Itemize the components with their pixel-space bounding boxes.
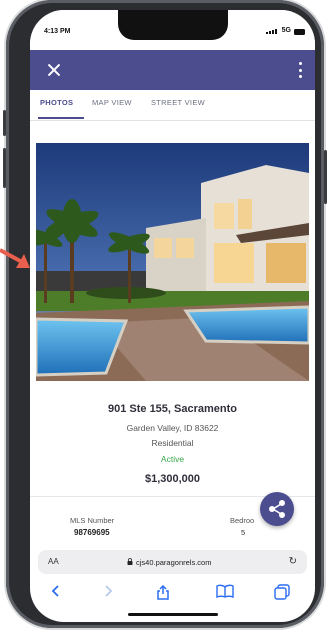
tabs-icon[interactable] — [274, 584, 290, 600]
battery-icon — [294, 29, 305, 35]
bedrooms-value: 5 — [241, 528, 246, 537]
back-icon[interactable] — [50, 584, 60, 598]
divider — [30, 120, 315, 121]
tab-photos[interactable]: PHOTOS — [40, 98, 73, 107]
home-indicator — [128, 613, 218, 616]
phone-frame: 4:13 PM 5G PHOTOS MAP VIEW STREET VIEW 9… — [3, 0, 327, 628]
share-icon[interactable] — [156, 584, 170, 600]
property-type: Residential — [151, 438, 194, 448]
address-bar[interactable]: AA cjs40.paragonrels.com ↻ — [38, 550, 307, 574]
lock-icon — [127, 558, 133, 565]
tab-street-view[interactable]: STREET VIEW — [151, 98, 205, 107]
listing-city-state: Garden Valley, ID 83622 — [126, 423, 219, 433]
pointer-arrow-icon — [0, 248, 30, 268]
browser-toolbar — [30, 578, 315, 608]
url-text[interactable]: cjs40.paragonrels.com — [136, 558, 211, 567]
status-bar: 4:13 PM 5G — [30, 10, 315, 50]
reload-icon[interactable]: ↻ — [289, 556, 297, 567]
mls-value: 98769695 — [74, 528, 110, 537]
share-icon — [269, 500, 285, 518]
status-badge: Active — [160, 454, 185, 464]
tab-bar: PHOTOS MAP VIEW STREET VIEW — [30, 90, 315, 120]
house-photo-illustration — [36, 143, 309, 381]
signal-icon — [266, 29, 277, 34]
bookmarks-icon[interactable] — [216, 584, 234, 598]
status-time: 4:13 PM — [44, 28, 71, 35]
listing-price: $1,300,000 — [144, 473, 201, 485]
close-icon[interactable] — [44, 60, 64, 80]
side-button — [3, 148, 6, 188]
listing-address: 901 Ste 155, Sacramento — [107, 403, 238, 415]
property-photo[interactable] — [36, 143, 309, 381]
forward-icon[interactable] — [104, 584, 114, 598]
phone-screen: 4:13 PM 5G PHOTOS MAP VIEW STREET VIEW 9… — [30, 10, 315, 622]
mls-label: MLS Number — [70, 516, 115, 525]
active-tab-indicator — [38, 117, 84, 119]
reader-aa-button[interactable]: AA — [48, 557, 59, 566]
tab-map-view[interactable]: MAP VIEW — [92, 98, 132, 107]
network-label: 5G — [281, 27, 291, 34]
app-bar — [30, 50, 315, 90]
more-vert-icon[interactable] — [297, 62, 303, 78]
notch — [118, 10, 228, 40]
side-button — [3, 110, 6, 136]
share-button[interactable] — [260, 492, 294, 526]
